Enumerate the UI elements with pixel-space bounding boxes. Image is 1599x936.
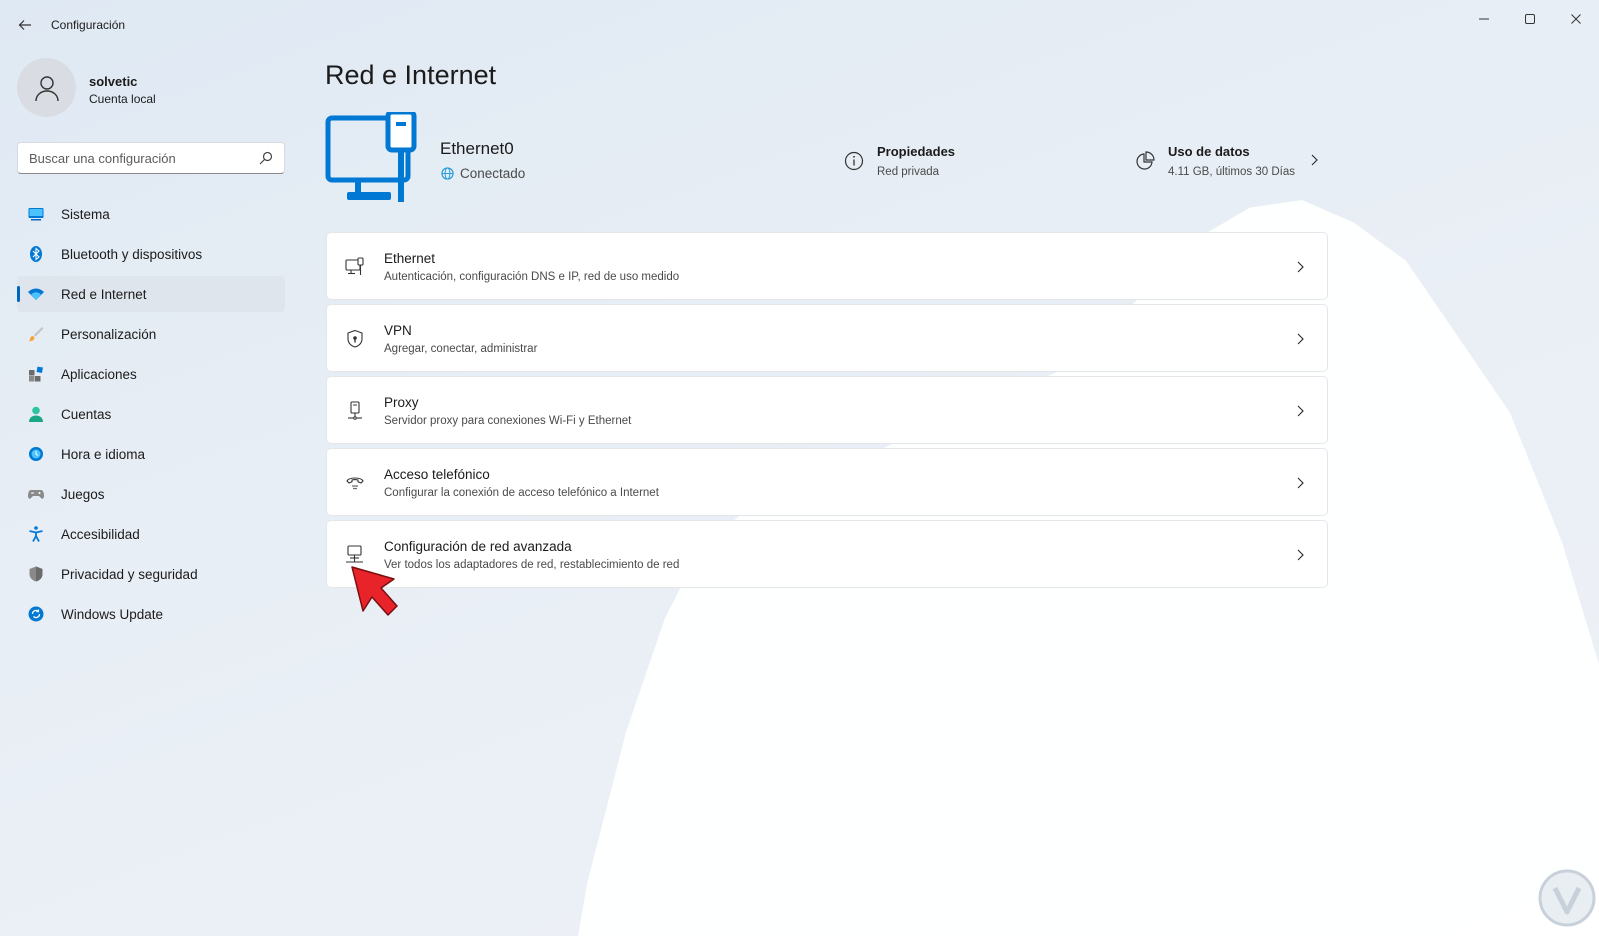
update-icon — [28, 606, 44, 622]
brush-icon — [28, 327, 44, 342]
card-dialup[interactable]: Acceso telefónico Configurar la conexión… — [326, 448, 1328, 516]
proxy-icon — [348, 401, 362, 420]
bluetooth-icon — [30, 246, 42, 262]
page-title: Red e Internet — [325, 60, 497, 90]
back-arrow-icon — [18, 20, 31, 30]
sidebar-item-label: Hora e idioma — [61, 446, 146, 462]
maximize-button[interactable] — [1507, 6, 1553, 36]
sidebar-item-accesibilidad[interactable]: Accesibilidad — [17, 516, 285, 552]
connection-status: Conectado — [441, 166, 525, 181]
dialup-icon — [346, 477, 364, 490]
minimize-button[interactable] — [1461, 6, 1507, 36]
info-icon — [844, 151, 864, 171]
shield-icon — [29, 566, 43, 582]
card-title: Configuración de red avanzada — [384, 539, 572, 554]
sidebar-item-label: Cuentas — [61, 406, 112, 422]
sidebar-item-aplicaciones[interactable]: Aplicaciones — [17, 356, 285, 392]
sidebar-item-hora-idioma[interactable]: Hora e idioma — [17, 436, 285, 472]
sidebar-item-privacidad[interactable]: Privacidad y seguridad — [17, 556, 285, 592]
card-title: Proxy — [384, 395, 419, 410]
sidebar-item-label: Juegos — [61, 486, 105, 502]
chevron-right-icon — [1297, 261, 1304, 273]
chevron-right-icon — [1297, 549, 1304, 561]
ethernet-computer-icon — [325, 112, 417, 202]
settings-cards: Ethernet Autenticación, configuración DN… — [326, 232, 1328, 592]
user-name: solvetic — [89, 74, 138, 89]
card-subtitle: Autenticación, configuración DNS e IP, r… — [384, 271, 680, 283]
apps-icon — [29, 366, 43, 382]
sidebar-item-bluetooth[interactable]: Bluetooth y dispositivos — [17, 236, 285, 272]
sidebar-nav: Sistema Bluetooth y dispositivos Red e I… — [17, 196, 285, 636]
data-usage-subtitle: 4.11 GB, últimos 30 Días — [1168, 166, 1295, 178]
card-vpn[interactable]: VPN Agregar, conectar, administrar — [326, 304, 1328, 372]
sidebar-item-label: Bluetooth y dispositivos — [61, 246, 203, 262]
watermark-logo-icon — [1538, 869, 1596, 927]
sidebar-item-juegos[interactable]: Juegos — [17, 476, 285, 512]
close-icon — [1571, 14, 1581, 24]
user-icon — [34, 75, 59, 101]
properties-title: Propiedades — [877, 144, 956, 159]
status-text: Conectado — [460, 166, 526, 181]
sidebar-item-label: Sistema — [61, 206, 110, 222]
back-button[interactable] — [14, 14, 36, 36]
account-icon — [29, 406, 43, 422]
account-type: Cuenta local — [89, 92, 156, 106]
sidebar-item-cuentas[interactable]: Cuentas — [17, 396, 285, 432]
window-title: Configuración — [51, 18, 126, 32]
card-ethernet[interactable]: Ethernet Autenticación, configuración DN… — [326, 232, 1328, 300]
card-subtitle: Configurar la conexión de acceso telefón… — [384, 487, 659, 499]
card-advanced-network[interactable]: Configuración de red avanzada Ver todos … — [326, 520, 1328, 588]
title-bar: Configuración — [0, 0, 1599, 50]
properties-link[interactable]: Propiedades Red privada — [844, 142, 1004, 182]
pie-chart-icon — [1136, 151, 1155, 170]
chevron-right-icon — [1297, 477, 1304, 489]
globe-icon — [441, 167, 454, 180]
gamepad-icon — [28, 490, 44, 499]
accessibility-icon — [29, 526, 43, 542]
avatar — [17, 58, 76, 117]
sidebar-item-red-internet[interactable]: Red e Internet — [17, 276, 285, 312]
sidebar-item-label: Windows Update — [61, 606, 164, 622]
sidebar-item-personalizacion[interactable]: Personalización — [17, 316, 285, 352]
search-icon[interactable] — [258, 150, 274, 166]
maximize-icon — [1525, 14, 1535, 24]
card-subtitle: Agregar, conectar, administrar — [384, 343, 538, 355]
minimize-icon — [1479, 18, 1489, 20]
data-usage-link[interactable]: Uso de datos 4.11 GB, últimos 30 Días — [1135, 142, 1335, 182]
sidebar-item-label: Aplicaciones — [61, 366, 137, 382]
card-proxy[interactable]: Proxy Servidor proxy para conexiones Wi-… — [326, 376, 1328, 444]
sidebar-item-label: Personalización — [61, 326, 157, 342]
data-usage-title: Uso de datos — [1168, 144, 1250, 159]
card-title: Ethernet — [384, 251, 436, 266]
vpn-shield-icon — [347, 329, 363, 348]
card-title: VPN — [384, 323, 412, 338]
sidebar-item-sistema[interactable]: Sistema — [17, 196, 285, 232]
ethernet-icon — [345, 257, 364, 275]
globe-clock-icon — [29, 447, 43, 461]
chevron-right-icon — [1311, 154, 1318, 166]
search-input[interactable]: Buscar una configuración — [17, 142, 285, 174]
system-icon — [28, 208, 44, 221]
user-profile[interactable]: solvetic Cuenta local — [17, 58, 287, 118]
card-title: Acceso telefónico — [384, 467, 490, 482]
card-subtitle: Ver todos los adaptadores de red, restab… — [384, 559, 680, 571]
network-adapter-icon — [346, 545, 363, 563]
chevron-right-icon — [1297, 333, 1304, 345]
sidebar-item-label: Privacidad y seguridad — [61, 566, 198, 582]
card-subtitle: Servidor proxy para conexiones Wi-Fi y E… — [384, 415, 632, 427]
chevron-right-icon — [1297, 405, 1304, 417]
red-pointer-arrow-icon — [351, 566, 398, 616]
close-button[interactable] — [1553, 6, 1599, 36]
properties-subtitle: Red privada — [877, 166, 940, 178]
wifi-icon — [28, 288, 44, 300]
search-placeholder: Buscar una configuración — [29, 151, 176, 166]
sidebar-item-label: Accesibilidad — [61, 526, 140, 542]
sidebar-item-windows-update[interactable]: Windows Update — [17, 596, 285, 632]
sidebar-item-label: Red e Internet — [61, 286, 147, 302]
device-name: Ethernet0 — [440, 139, 514, 158]
settings-window: Configuración solvetic Cuenta local Busc… — [0, 0, 1599, 936]
